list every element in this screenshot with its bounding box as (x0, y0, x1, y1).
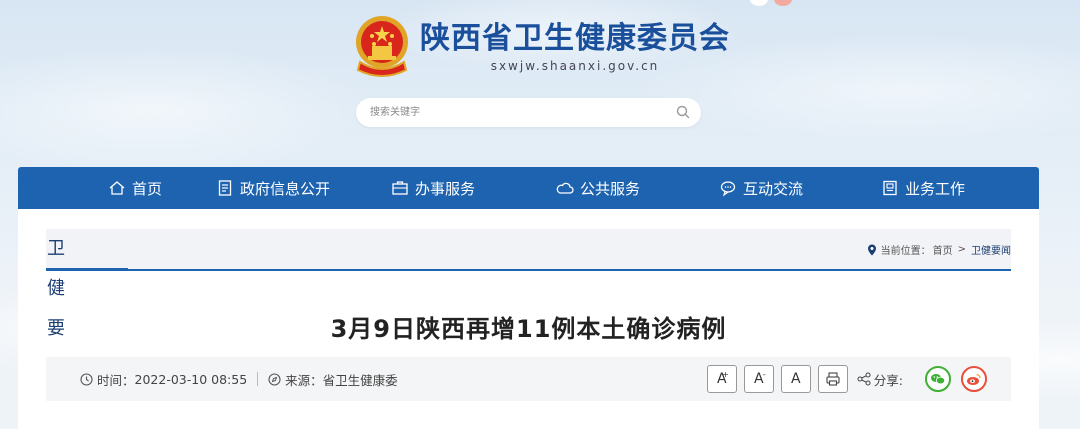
badge-icon (883, 180, 897, 196)
location-pin-icon (867, 244, 876, 255)
breadcrumb-label: 当前位置： (880, 246, 931, 257)
home-icon (109, 181, 125, 195)
nav-item-services[interactable]: 办事服务 (378, 167, 488, 209)
font-reset-button[interactable]: A (780, 365, 811, 393)
site-brand[interactable]: 陕西省卫生健康委员会 sxwjw.shaanxi.gov.cn (352, 14, 730, 80)
font-smaller-button[interactable]: A- (743, 365, 774, 393)
publish-time: 2022-03-10 08:55 (134, 371, 248, 387)
cloud-icon (556, 182, 574, 194)
meta-divider (257, 372, 259, 386)
article-title: 3月9日陕西再增11例本土确诊病例 (330, 315, 727, 343)
wechat-icon (931, 374, 946, 385)
printer-icon (826, 372, 840, 386)
nav-item-business[interactable]: 业务工作 (868, 167, 978, 209)
site-title: 陕西省卫生健康委员会 (420, 21, 730, 56)
source-label: 来源： (285, 372, 323, 388)
breadcrumb: 当前位置： 首页 > 卫健要闻 (867, 242, 1011, 257)
search-box (356, 98, 701, 127)
search-icon[interactable] (675, 104, 691, 120)
content-panel: 卫健要闻 当前位置： 首页 > 卫健要闻 3月9日陕西再增11例本土确诊病例 时… (18, 209, 1039, 429)
font-reset-label: A (790, 371, 801, 387)
nav-item-label: 政府信息公开 (239, 179, 330, 198)
clock-icon (80, 372, 93, 386)
breadcrumb-current[interactable]: 卫健要闻 (971, 242, 1011, 257)
main-nav: 首页 政府信息公开 办事服务 公共服务 互动交流 业务工作 (18, 167, 1039, 209)
top-decoration (750, 0, 792, 6)
article-source: 省卫生健康委 (322, 372, 398, 388)
nav-item-gov-info[interactable]: 政府信息公开 (208, 167, 338, 209)
briefcase-icon (392, 181, 408, 195)
share-icon (857, 372, 871, 386)
time-label: 时间： (97, 372, 135, 388)
nav-item-public[interactable]: 公共服务 (543, 167, 653, 209)
nav-item-label: 首页 (131, 179, 162, 198)
article-meta-bar: 时间： 2022-03-10 08:55 来源： 省卫生健康委 A + A- A … (46, 357, 1011, 401)
font-larger-button[interactable]: A + (706, 365, 737, 393)
article-tools: A + A- A 分享: (706, 357, 987, 401)
share-label: 分享: (857, 370, 903, 389)
nav-item-interaction[interactable]: 互动交流 (706, 167, 816, 209)
site-url: sxwjw.shaanxi.gov.cn (490, 59, 660, 73)
breadcrumb-home[interactable]: 首页 (933, 242, 953, 257)
search-input[interactable] (370, 104, 660, 121)
section-header: 卫健要闻 当前位置： 首页 > 卫健要闻 (46, 229, 1011, 379)
nav-item-label: 互动交流 (742, 179, 803, 198)
chat-icon (720, 181, 736, 197)
nav-item-home[interactable]: 首页 (80, 167, 190, 209)
share-wechat-button[interactable] (925, 366, 951, 392)
print-button[interactable] (817, 365, 848, 393)
share-weibo-button[interactable] (961, 366, 987, 392)
article-meta: 时间： 2022-03-10 08:55 来源： 省卫生健康委 (80, 357, 398, 401)
font-larger-mark: + (722, 370, 729, 379)
national-emblem-icon (356, 16, 408, 77)
share-label-text: 分享: (873, 372, 903, 388)
breadcrumb-separator: > (957, 244, 966, 255)
document-icon (218, 180, 232, 196)
nav-item-label: 业务工作 (904, 179, 965, 198)
font-smaller-mark: - (762, 370, 766, 379)
nav-item-label: 办事服务 (414, 179, 475, 198)
compass-icon (268, 372, 281, 386)
weibo-icon (967, 373, 981, 385)
section-underline (46, 268, 128, 271)
nav-item-label: 公共服务 (579, 179, 640, 198)
